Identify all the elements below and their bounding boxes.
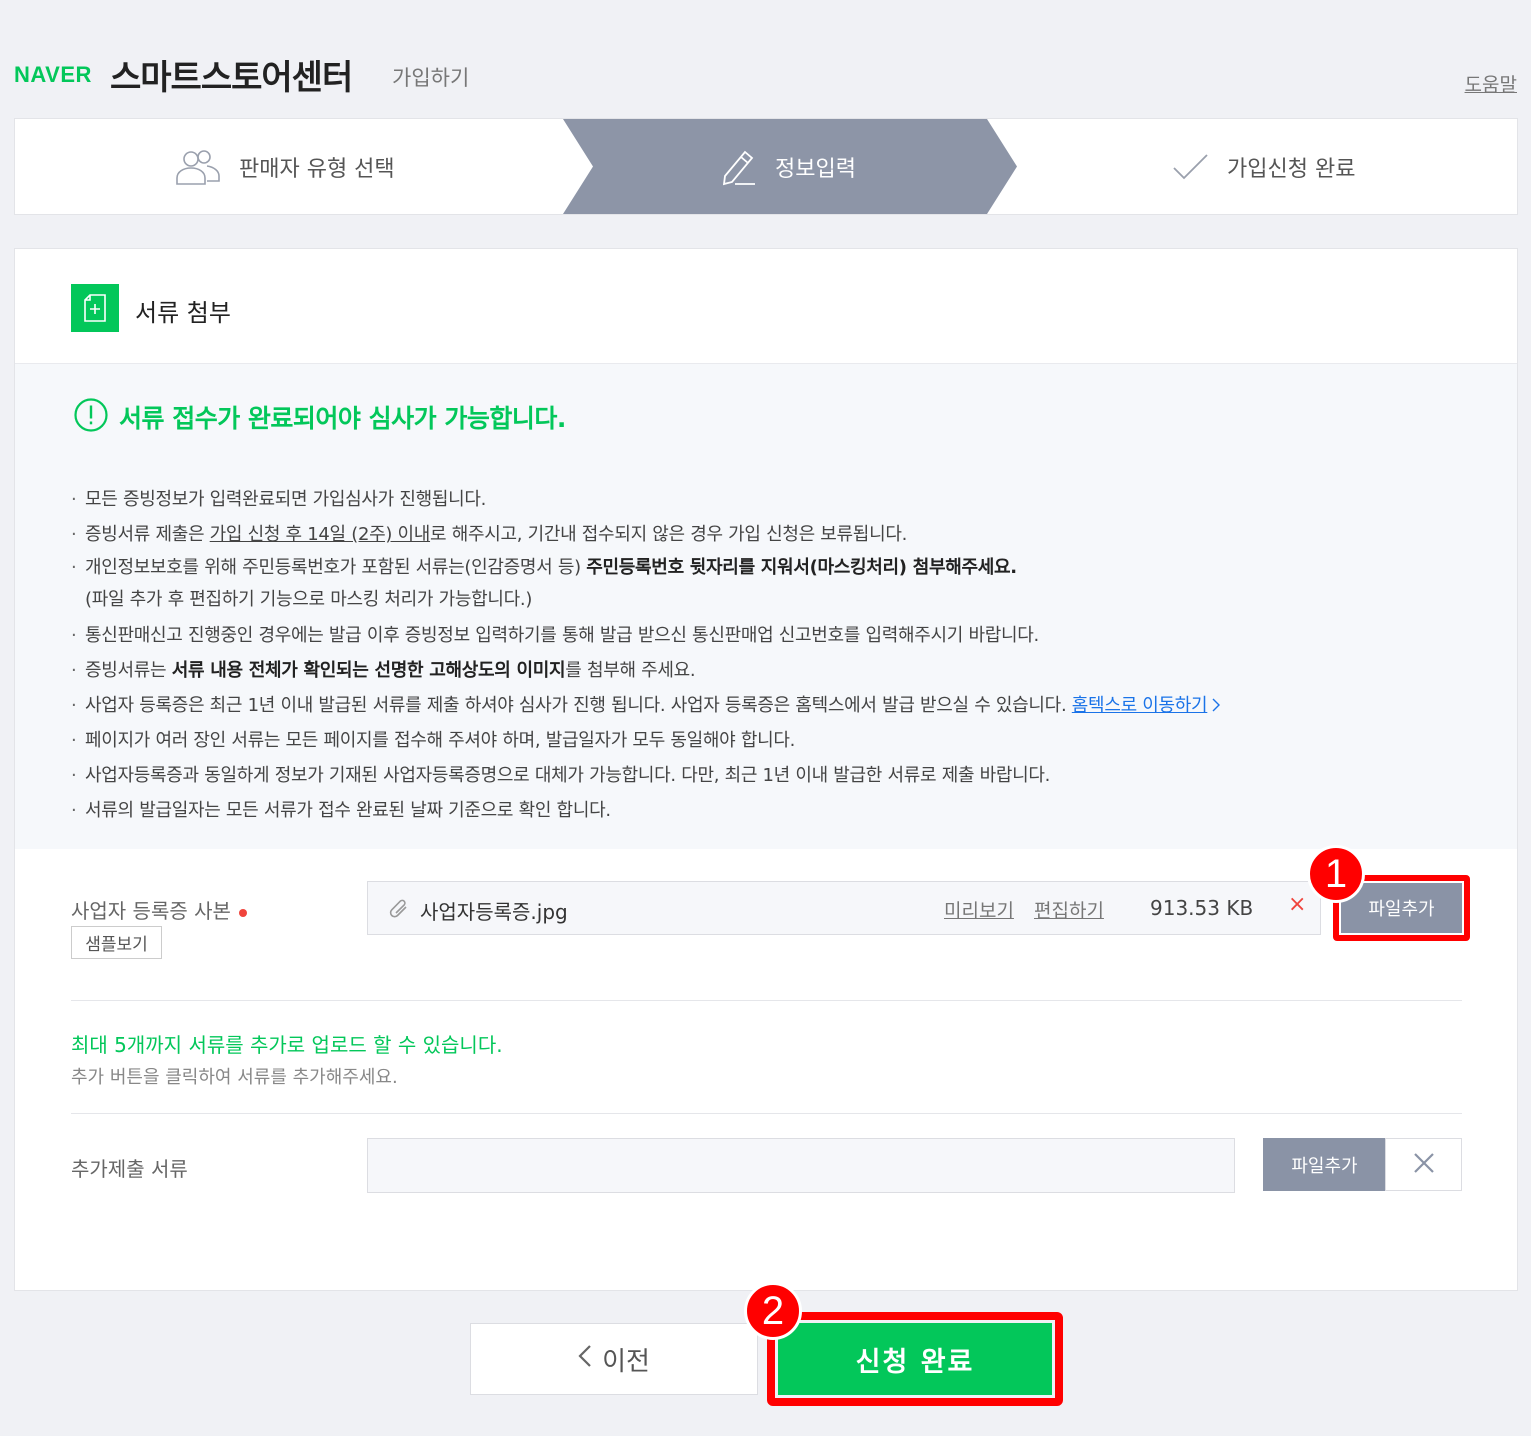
- sample-view-button[interactable]: 샘플보기: [71, 926, 162, 959]
- extra-doc-label: 추가제출 서류: [71, 1157, 188, 1181]
- business-doc-file: 사업자등록증.jpg 미리보기 편집하기 913.53 KB ×: [367, 881, 1321, 935]
- extra-doc-file-field[interactable]: [367, 1138, 1235, 1193]
- notice-text: 를 첨부해 주세요.: [565, 660, 696, 681]
- notice-text: 개인정보보호를 위해 주민등록번호가 포함된 서류는(인감증명서 등): [85, 557, 587, 578]
- notice-text: 증빙서류는: [85, 660, 172, 681]
- add-extra-file-button[interactable]: 파일추가: [1263, 1138, 1386, 1191]
- divider: [71, 1113, 1462, 1114]
- file-name: 사업자등록증.jpg: [420, 900, 568, 924]
- list-item: 증빙서류 제출은 가입 신청 후 14일 (2주) 이내로 해주시고, 기간내 …: [71, 517, 1221, 552]
- list-item: 사업자 등록증은 최근 1년 이내 발급된 서류를 제출 하셔야 심사가 진행 …: [71, 688, 1221, 723]
- business-doc-label-text: 사업자 등록증 사본: [71, 899, 231, 923]
- page-title: 스마트스토어센터: [110, 58, 353, 98]
- close-icon: [1413, 1152, 1435, 1178]
- paperclip-icon: [388, 897, 410, 925]
- notice-text: 사업자 등록증은 최근 1년 이내 발급된 서류를 제출 하셔야 심사가 진행 …: [85, 695, 1072, 716]
- step-label: 판매자 유형 선택: [239, 156, 395, 182]
- list-item: 사업자등록증과 동일하게 정보가 기재된 사업자등록증명으로 대체가 가능합니다…: [71, 758, 1221, 793]
- notice-box: 서류 접수가 완료되어야 심사가 가능합니다. 모든 증빙정보가 입력완료되면 …: [15, 364, 1517, 849]
- submit-button[interactable]: 신청 완료: [778, 1323, 1052, 1395]
- file-size: 913.53 KB: [1150, 896, 1254, 920]
- document-add-icon: [71, 284, 119, 332]
- notice-text: 사업자등록증과 동일하게 정보가 기재된 사업자등록증명으로 대체가 가능합니다…: [85, 765, 1051, 786]
- notice-text: 로 해주시고, 기간내 접수되지 않은 경우 가입 신청은 보류됩니다.: [430, 524, 908, 545]
- pencil-icon: [717, 146, 759, 188]
- step-label: 정보입력: [775, 156, 856, 182]
- notice-text: 서류의 발급일자는 모든 서류가 접수 완료된 날짜 기준으로 확인 합니다.: [85, 800, 611, 821]
- check-icon: [1171, 151, 1211, 183]
- list-item: 개인정보보호를 위해 주민등록번호가 포함된 서류는(인감증명서 등) 주민등록…: [71, 552, 1221, 618]
- list-item: 통신판매신고 진행중인 경우에는 발급 이후 증빙정보 입력하기를 통해 발급 …: [71, 618, 1221, 653]
- notice-header: 서류 접수가 완료되어야 심사가 가능합니다.: [73, 397, 566, 437]
- image-quality-emphasis: 서류 내용 전체가 확인되는 선명한 고해상도의 이미지: [171, 660, 566, 681]
- prev-label: 이전: [602, 1346, 650, 1377]
- prev-button[interactable]: 이전: [470, 1323, 758, 1395]
- highlight-box-2: 신청 완료: [767, 1312, 1063, 1406]
- list-item: 증빙서류는 서류 내용 전체가 확인되는 선명한 고해상도의 이미지를 첨부해 …: [71, 653, 1221, 688]
- notice-text: 통신판매신고 진행중인 경우에는 발급 이후 증빙정보 입력하기를 통해 발급 …: [85, 625, 1039, 646]
- notice-title: 서류 접수가 완료되어야 심사가 가능합니다.: [119, 404, 566, 433]
- masking-emphasis: 주민등록번호 뒷자리를 지워서(마스킹처리) 첨부해주세요.: [586, 557, 1017, 578]
- chevron-left-icon: [578, 1344, 592, 1375]
- max-upload-note: 최대 5개까지 서류를 추가로 업로드 할 수 있습니다.: [71, 1033, 503, 1057]
- remove-extra-button[interactable]: [1385, 1138, 1462, 1191]
- step-complete: 가입신청 완료: [1171, 119, 1355, 214]
- divider: [71, 1000, 1462, 1001]
- notice-text: (파일 추가 후 편집하기 기능으로 마스킹 처리가 가능합니다.): [85, 589, 533, 610]
- step-label: 가입신청 완료: [1227, 156, 1356, 182]
- step-seller-type: 판매자 유형 선택: [173, 119, 395, 214]
- edit-link[interactable]: 편집하기: [1034, 896, 1104, 923]
- list-item: 모든 증빙정보가 입력완료되면 가입심사가 진행됩니다.: [71, 482, 1221, 517]
- signup-steps: 판매자 유형 선택 정보입력 가입신청 완료: [14, 118, 1518, 215]
- step-badge-1: 1: [1307, 845, 1365, 903]
- step-info-input: 정보입력: [717, 119, 856, 214]
- notice-text: 모든 증빙정보가 입력완료되면 가입심사가 진행됩니다.: [85, 489, 487, 510]
- hometax-link[interactable]: 홈텍스로 이동하기: [1072, 695, 1208, 716]
- alert-circle-icon: [73, 397, 109, 437]
- naver-logo[interactable]: NAVER: [14, 62, 92, 88]
- help-link[interactable]: 도움말: [1465, 70, 1517, 97]
- step-badge-2: 2: [744, 1282, 802, 1340]
- header: NAVER 스마트스토어센터 가입하기 도움말: [0, 0, 1531, 118]
- delete-file-icon[interactable]: ×: [1288, 892, 1306, 917]
- page-subtitle: 가입하기: [392, 66, 470, 90]
- list-item: 서류의 발급일자는 모든 서류가 접수 완료된 날짜 기준으로 확인 합니다.: [71, 793, 1221, 828]
- notice-list: 모든 증빙정보가 입력완료되면 가입심사가 진행됩니다. 증빙서류 제출은 가입…: [71, 482, 1221, 828]
- business-doc-label: 사업자 등록증 사본: [71, 895, 247, 924]
- users-icon: [173, 147, 223, 187]
- section-title: 서류 첨부: [135, 299, 231, 327]
- notice-text: 페이지가 여러 장인 서류는 모든 페이지를 접수해 주셔야 하며, 발급일자가…: [85, 730, 796, 751]
- chevron-right-icon[interactable]: [1207, 695, 1221, 716]
- deadline-text: 가입 신청 후 14일 (2주) 이내: [209, 524, 431, 545]
- list-item: 페이지가 여러 장인 서류는 모든 페이지를 접수해 주셔야 하며, 발급일자가…: [71, 723, 1221, 758]
- document-attach-panel: 서류 첨부 서류 접수가 완료되어야 심사가 가능합니다. 모든 증빙정보가 입…: [14, 248, 1518, 1291]
- panel-header: 서류 첨부: [15, 249, 1517, 364]
- required-dot: [238, 908, 247, 917]
- notice-text: 증빙서류 제출은: [85, 524, 210, 545]
- add-guide-note: 추가 버튼을 클릭하여 서류를 추가해주세요.: [71, 1067, 398, 1088]
- preview-link[interactable]: 미리보기: [944, 896, 1014, 923]
